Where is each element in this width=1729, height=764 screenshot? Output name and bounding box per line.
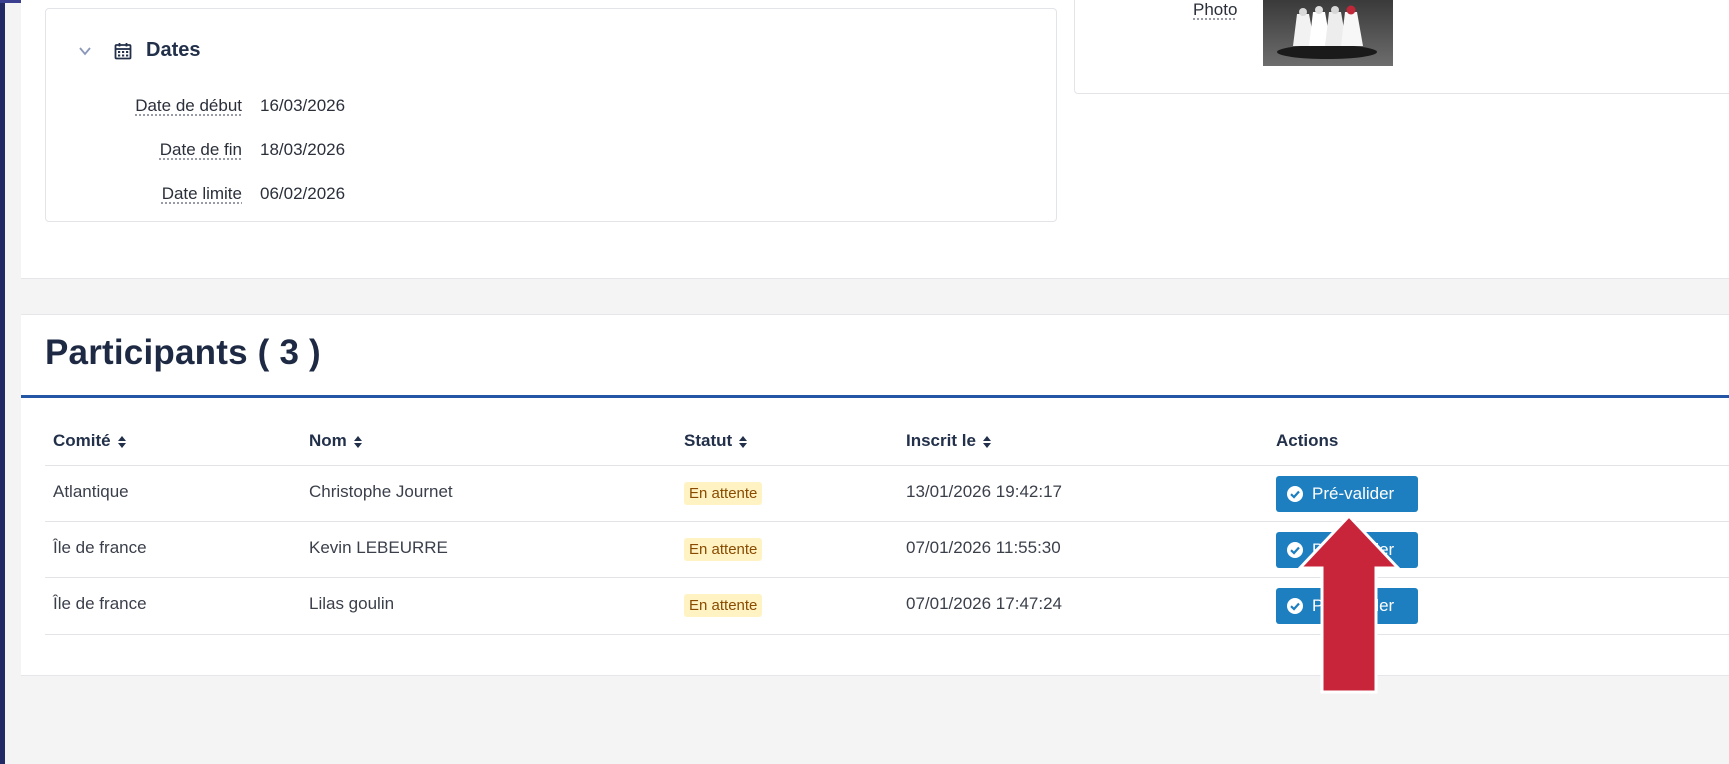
table-row: Île de france Kevin LEBEURRE En attente … [45, 521, 1729, 578]
column-header-label: Actions [1276, 431, 1338, 451]
sort-icon[interactable] [738, 434, 748, 448]
dates-card: Dates Date de début 16/03/2026 Date de f… [45, 8, 1057, 222]
column-header-label: Comité [53, 431, 111, 451]
dates-header[interactable]: Dates [78, 39, 200, 62]
check-circle-icon [1286, 485, 1304, 503]
cell-name: Kevin LEBEURRE [309, 538, 448, 558]
pre-validate-button[interactable]: Pré-valider [1276, 476, 1418, 512]
photo-thumbnail[interactable] [1263, 0, 1393, 66]
sort-icon[interactable] [117, 434, 127, 448]
status-badge: En attente [684, 594, 762, 617]
status-badge: En attente [684, 482, 762, 505]
column-header-label: Statut [684, 431, 732, 451]
photo-label: Photo [1193, 0, 1237, 20]
dates-title: Dates [146, 39, 200, 62]
calendar-icon [114, 42, 132, 60]
date-row-end: Date de fin 18/03/2026 [46, 138, 345, 162]
sort-icon[interactable] [353, 434, 363, 448]
date-value: 16/03/2026 [260, 96, 345, 116]
date-label: Date de début [46, 96, 242, 116]
date-row-start: Date de début 16/03/2026 [46, 94, 345, 118]
column-header-label: Nom [309, 431, 347, 451]
column-header-name[interactable]: Nom [309, 431, 363, 451]
title-divider [21, 395, 1729, 398]
cell-name: Christophe Journet [309, 482, 453, 502]
date-value: 18/03/2026 [260, 140, 345, 160]
chevron-down-icon[interactable] [78, 44, 92, 58]
page: Dates Date de début 16/03/2026 Date de f… [5, 3, 1729, 764]
date-value: 06/02/2026 [260, 184, 345, 204]
column-header-actions: Actions [1276, 431, 1338, 451]
column-header-registered[interactable]: Inscrit le [906, 431, 992, 451]
status-badge: En attente [684, 538, 762, 561]
column-header-status[interactable]: Statut [684, 431, 748, 451]
table-row: Île de france Lilas goulin En attente 07… [45, 577, 1729, 635]
cell-committee: Île de france [53, 594, 147, 614]
date-label: Date limite [46, 184, 242, 204]
participants-title: Participants ( 3 ) [45, 333, 321, 373]
participants-section: Participants ( 3 ) Comité Nom Statut Ins… [21, 314, 1729, 676]
table-row: Atlantique Christophe Journet En attente… [45, 465, 1729, 522]
cell-registered: 13/01/2026 19:42:17 [906, 482, 1062, 502]
date-row-deadline: Date limite 06/02/2026 [46, 182, 345, 206]
date-label: Date de fin [46, 140, 242, 160]
cell-registered: 07/01/2026 11:55:30 [906, 538, 1061, 558]
cell-committee: Île de france [53, 538, 147, 558]
column-header-committee[interactable]: Comité [53, 431, 127, 451]
cell-name: Lilas goulin [309, 594, 394, 614]
sort-icon[interactable] [982, 434, 992, 448]
column-header-label: Inscrit le [906, 431, 976, 451]
photo-card: Photo [1074, 0, 1729, 94]
annotation-arrow-icon [1298, 514, 1400, 694]
button-label: Pré-valider [1312, 484, 1394, 504]
cell-registered: 07/01/2026 17:47:24 [906, 594, 1062, 614]
cell-committee: Atlantique [53, 482, 129, 502]
